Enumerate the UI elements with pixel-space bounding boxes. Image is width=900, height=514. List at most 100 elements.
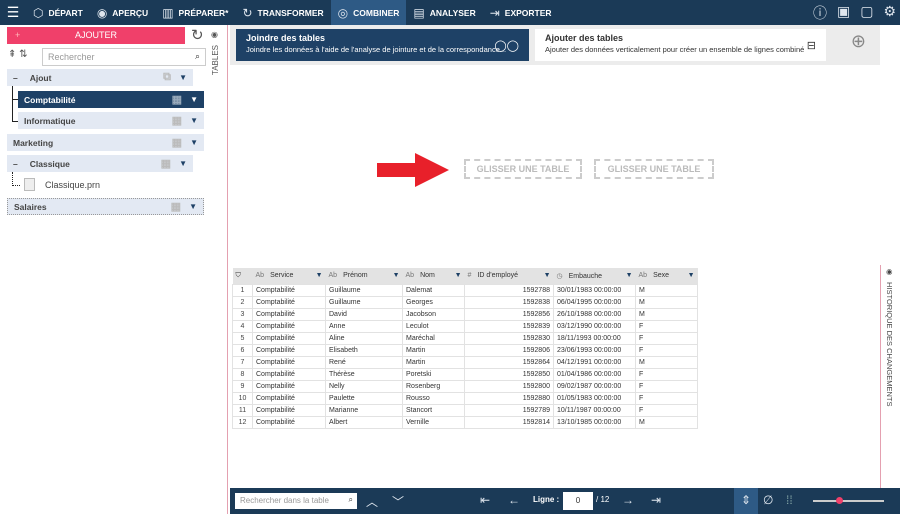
nav-tab-5[interactable]: ▤ ANALYSER (406, 0, 482, 25)
table-cell[interactable]: Comptabilité (252, 307, 326, 321)
chevron-down-icon[interactable]: ▼ (179, 159, 187, 168)
table-cell[interactable]: 09/02/1987 00:00:00 (553, 379, 636, 393)
table-cell[interactable]: F (635, 367, 698, 381)
tables-vertical-tab[interactable]: ◉ TABLES (211, 30, 225, 75)
table-row[interactable]: 4 Comptabilité Anne Leculot 1592839 03/12/199… (232, 319, 698, 333)
table-cell[interactable]: 1 (232, 283, 253, 297)
tree-node-comptabilite[interactable]: Comptabilité ▦ ▼ (18, 91, 204, 108)
table-cell[interactable]: 04/12/1991 00:00:00 (553, 355, 636, 369)
refresh-icon[interactable]: ↻ (191, 26, 204, 44)
table-cell[interactable]: Martin (402, 355, 465, 369)
table-cell[interactable]: 23/06/1993 00:00:00 (553, 343, 636, 357)
table-cell[interactable]: Comptabilité (252, 391, 326, 405)
table-cell[interactable]: Stancort (402, 403, 465, 417)
table-cell[interactable]: 12 (232, 415, 253, 429)
drop-zone-2[interactable]: GLISSER UNE TABLE (594, 159, 714, 179)
table-cell[interactable]: Comptabilité (252, 403, 326, 417)
table-cell[interactable]: Elisabeth (325, 343, 403, 357)
nav-tab-4[interactable]: ◎ COMBINER (330, 0, 407, 25)
table-row[interactable]: 5 Comptabilité Aline Maréchal 1592830 18/11/1… (232, 331, 698, 345)
table-cell[interactable]: 1592788 (464, 283, 554, 297)
table-cell[interactable]: 1592800 (464, 379, 554, 393)
table-cell[interactable]: Martin (402, 343, 465, 357)
line-input[interactable]: 0 (563, 492, 593, 510)
table-cell[interactable]: 1592856 (464, 307, 554, 321)
table-cell[interactable]: 01/04/1986 00:00:00 (553, 367, 636, 381)
chevron-down-icon[interactable]: ▼ (626, 272, 633, 279)
table-cell[interactable]: Marianne (325, 403, 403, 417)
table-cell[interactable]: 9 (232, 379, 253, 393)
tree-node-ajout[interactable]: – Ajout ⧉ ▼ (7, 69, 193, 86)
table-cell[interactable]: Dalemat (402, 283, 465, 297)
filter-icon[interactable]: ⛉ (232, 268, 253, 284)
table-cell[interactable]: Comptabilité (252, 415, 326, 429)
tables-search-input[interactable]: Rechercher ⌕ (42, 48, 206, 66)
collapse-columns-icon[interactable]: ⁞⁞ (786, 493, 793, 507)
table-row[interactable]: 11 Comptabilité Marianne Stancort 1592789 10/… (232, 403, 698, 417)
table-row[interactable]: 1 Comptabilité Guillaume Dalemat 1592788 30/0… (232, 283, 698, 297)
column-header[interactable]: Ab Sexe ▼ (635, 268, 698, 284)
table-cell[interactable]: Aline (325, 331, 403, 345)
table-cell[interactable]: 03/12/1990 00:00:00 (553, 319, 636, 333)
tree-node-informatique[interactable]: Informatique ▦ ▼ (18, 112, 204, 129)
chevron-down-icon[interactable]: ▼ (179, 73, 187, 82)
table-cell[interactable]: Jacobson (402, 307, 465, 321)
gear-icon[interactable]: ⚙ (883, 3, 896, 23)
history-panel[interactable]: ◉ HISTORIQUE DES CHANGEMENTS (880, 265, 900, 488)
add-circle-icon[interactable]: ⊕ (851, 31, 866, 52)
table-cell[interactable]: 8 (232, 367, 253, 381)
chevron-down-icon[interactable]: ﹀ (392, 493, 404, 510)
table-cell[interactable]: Anne (325, 319, 403, 333)
table-cell[interactable]: M (635, 307, 698, 321)
table-row[interactable]: 2 Comptabilité Guillaume Georges 1592838 06/0… (232, 295, 698, 309)
nav-tab-3[interactable]: ↻ TRANSFORMER (235, 0, 330, 25)
table-cell[interactable]: 13/10/1985 00:00:00 (553, 415, 636, 429)
table-cell[interactable]: 1592789 (464, 403, 554, 417)
tree-node-classique[interactable]: – Classique ▦ ▼ (7, 155, 193, 172)
pin-icon[interactable]: ◉ (886, 267, 900, 276)
table-cell[interactable]: Guillaume (325, 295, 403, 309)
table-cell[interactable]: 06/04/1995 00:00:00 (553, 295, 636, 309)
table-cell[interactable]: Maréchal (402, 331, 465, 345)
nav-tab-1[interactable]: ◉ APERÇU (90, 0, 155, 25)
table-cell[interactable]: David (325, 307, 403, 321)
table-cell[interactable]: 1592830 (464, 331, 554, 345)
table-cell[interactable]: Poretski (402, 367, 465, 381)
join-tables-card[interactable]: Joindre des tables Joindre les données à … (236, 29, 529, 61)
table-cell[interactable]: 5 (232, 331, 253, 345)
hamburger-menu-icon[interactable]: ☰ (0, 4, 26, 21)
table-cell[interactable]: Comptabilité (252, 343, 326, 357)
table-cell[interactable]: 1592814 (464, 415, 554, 429)
row-height-button[interactable]: ⇕ (734, 488, 758, 514)
table-search-input[interactable]: Rechercher dans la table ⌕ (235, 493, 357, 509)
table-cell[interactable]: F (635, 343, 698, 357)
column-header[interactable]: Ab Nom ▼ (402, 268, 465, 284)
table-cell[interactable]: 7 (232, 355, 253, 369)
column-header[interactable]: # ID d'employé ▼ (464, 268, 554, 284)
chevron-up-icon[interactable]: ︿ (366, 493, 378, 510)
table-cell[interactable]: Georges (402, 295, 465, 309)
table-cell[interactable]: Nelly (325, 379, 403, 393)
table-cell[interactable]: Comptabilité (252, 295, 326, 309)
table-cell[interactable]: F (635, 319, 698, 333)
table-cell[interactable]: 2 (232, 295, 253, 309)
table-cell[interactable]: 1592839 (464, 319, 554, 333)
table-cell[interactable]: Albert (325, 415, 403, 429)
table-cell[interactable]: 30/01/1983 00:00:00 (553, 283, 636, 297)
table-cell[interactable]: Leculot (402, 319, 465, 333)
nav-tab-6[interactable]: ⇥ EXPORTER (483, 0, 559, 25)
table-row[interactable]: 10 Comptabilité Paulette Rousso 1592880 01/05… (232, 391, 698, 405)
table-cell[interactable]: M (635, 283, 698, 297)
table-row[interactable]: 7 Comptabilité René Martin 1592864 04/12/1991… (232, 355, 698, 369)
table-cell[interactable]: 01/05/1983 00:00:00 (553, 391, 636, 405)
nav-tab-0[interactable]: ⬡ DÉPART (26, 0, 90, 25)
add-button[interactable]: + AJOUTER (7, 27, 185, 44)
table-cell[interactable]: 1592806 (464, 343, 554, 357)
chevron-down-icon[interactable]: ▼ (190, 95, 198, 104)
table-cell[interactable]: Vernille (402, 415, 465, 429)
table-row[interactable]: 3 Comptabilité David Jacobson 1592856 26/10/1… (232, 307, 698, 321)
table-row[interactable]: 9 Comptabilité Nelly Rosenberg 1592800 09/02/… (232, 379, 698, 393)
table-row[interactable]: 8 Comptabilité Thérèse Poretski 1592850 01/04… (232, 367, 698, 381)
append-tables-card[interactable]: Ajouter des tables Ajouter des données ve… (535, 29, 826, 61)
table-cell[interactable]: Rousso (402, 391, 465, 405)
